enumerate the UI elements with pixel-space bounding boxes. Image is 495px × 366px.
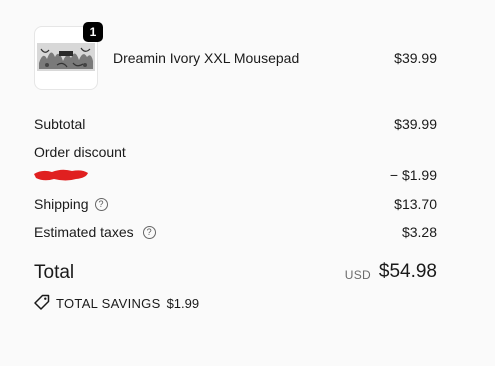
total-label: Total xyxy=(34,262,75,283)
quantity-badge: 1 xyxy=(83,22,103,42)
shipping-value: $13.70 xyxy=(394,196,437,212)
product-price: $39.99 xyxy=(394,50,437,66)
shipping-label: Shipping xyxy=(34,196,89,212)
taxes-label: Estimated taxes xyxy=(34,224,134,240)
discount-label: Order discount xyxy=(34,144,126,160)
line-item: 1 Dreamin Ivory XXL Mousepad $39.99 xyxy=(34,22,437,90)
mousepad-image xyxy=(37,43,95,71)
total-savings: TOTAL SAVINGS $1.99 xyxy=(34,294,200,314)
subtotal-value: $39.99 xyxy=(394,116,437,132)
shipping-label-group: Shipping? xyxy=(34,196,108,212)
taxes-label-group: Estimated taxes? xyxy=(34,224,156,240)
discount-value: − $1.99 xyxy=(389,167,437,183)
redacted-discount-code xyxy=(34,169,88,181)
savings-label: TOTAL SAVINGS xyxy=(56,295,161,311)
taxes-value: $3.28 xyxy=(401,224,437,240)
savings-amount: $1.99 xyxy=(166,295,200,311)
total-amount: $54.98 xyxy=(378,261,437,282)
question-circle-icon[interactable]: ? xyxy=(94,197,108,211)
order-summary-panel: 1 Dreamin Ivory XXL Mousepad $39.99 Subt… xyxy=(0,0,495,366)
total-currency: USD xyxy=(344,268,371,282)
question-circle-icon[interactable]: ? xyxy=(142,225,156,239)
price-tag-icon xyxy=(34,294,50,313)
subtotal-label: Subtotal xyxy=(34,116,86,132)
total-row: Total USD $54.98 xyxy=(34,261,437,285)
product-name: Dreamin Ivory XXL Mousepad xyxy=(113,50,300,66)
